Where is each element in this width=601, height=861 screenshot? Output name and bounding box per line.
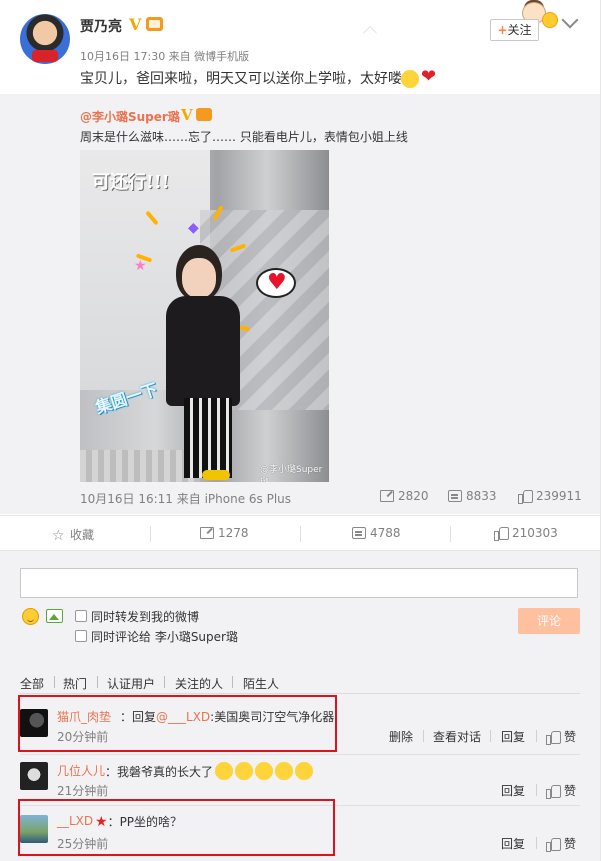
repost-vip-badge-icon — [196, 108, 212, 121]
view-conversation-button[interactable]: 查看对话 — [433, 728, 481, 745]
red-star-icon: ★ — [95, 814, 108, 830]
repost-to-my-weibo-checkbox[interactable] — [75, 610, 87, 622]
follow-button[interactable]: +关注 — [490, 19, 539, 41]
repost-icon — [380, 490, 394, 502]
comment-count: 4788 — [370, 526, 401, 540]
comment-to-author-label: 同时评论给 李小璐Super璐 — [91, 630, 238, 644]
comment-avatar[interactable] — [20, 762, 48, 790]
repost-reposts[interactable]: 2820 — [380, 489, 429, 503]
vip-badge-icon — [146, 17, 163, 31]
filter-tab-hot[interactable]: 热门 — [63, 675, 87, 692]
comment-time: 20分钟前 — [57, 730, 109, 744]
image-upload-icon[interactable] — [46, 609, 63, 623]
like-comment-label: 赞 — [564, 730, 577, 744]
like-icon — [546, 730, 561, 745]
laugh-emoji-icon — [295, 762, 314, 780]
repost-comments-count: 8833 — [466, 489, 497, 503]
repost-verified-v-icon: V — [181, 106, 193, 124]
repost-button[interactable]: 1278 — [200, 526, 249, 540]
submit-comment-button[interactable]: 评论 — [518, 608, 580, 634]
like-button[interactable]: 210303 — [494, 526, 558, 541]
comment-author[interactable]: 几位人儿 — [57, 762, 105, 779]
comment-button[interactable]: 4788 — [352, 526, 401, 540]
comment-icon — [352, 527, 366, 539]
like-comment-button[interactable]: 赞 — [546, 835, 576, 852]
comment-text: ：回复@___LXD:美国奥司汀空气净化器 — [120, 708, 334, 725]
repost-to-my-weibo-label: 同时转发到我的微博 — [91, 610, 200, 624]
comment-text-body: ：我磐爷真的长大了 — [105, 765, 214, 779]
comment-author[interactable]: __LXD — [57, 814, 93, 828]
like-icon — [518, 489, 533, 504]
chevron-down-icon[interactable] — [561, 11, 579, 29]
repost-text: 周末是什么滋味……忘了…… 只能看电片儿，表情包小姐上线 — [80, 130, 408, 144]
filter-tab-following[interactable]: 关注的人 — [175, 675, 223, 692]
plus-icon: + — [497, 23, 508, 37]
active-tab-pointer — [362, 25, 378, 41]
repost-photo[interactable]: 可还行!!! ★ ◆ 集圆一下 @李小璐Super璐 — [80, 150, 329, 482]
action-bar: ☆ 收藏 1278 4788 210303 — [0, 515, 600, 551]
repost-likes[interactable]: 239911 — [518, 489, 582, 504]
reply-button[interactable]: 回复 — [501, 728, 525, 745]
photo-watermark: @李小璐Super璐 — [260, 465, 323, 482]
laugh-emoji-icon — [275, 762, 294, 780]
like-icon — [546, 784, 561, 799]
comment-avatar[interactable] — [20, 815, 48, 843]
filter-tab-all[interactable]: 全部 — [20, 675, 44, 692]
delete-button[interactable]: 删除 — [389, 728, 413, 745]
like-icon — [546, 837, 561, 852]
comment-text-prefix: ：回复 — [120, 710, 157, 724]
post-meta: 10月16日 17:30 来自 微博手机版 — [80, 50, 250, 63]
repost-comments[interactable]: 8833 — [448, 489, 497, 503]
photo-sticker-text: 可还行!!! — [92, 172, 170, 193]
author-name[interactable]: 贾乃亮 — [80, 16, 122, 36]
comment-to-author-checkbox[interactable] — [75, 630, 87, 642]
favorite-button[interactable]: ☆ 收藏 — [52, 526, 94, 543]
repost-count: 1278 — [218, 526, 249, 540]
follow-label: 关注 — [507, 23, 532, 37]
star-icon: ☆ — [52, 528, 65, 544]
post-text: 宝贝儿，爸回来啦，明天又可以送你上学啦，太好喽 — [80, 71, 402, 87]
reply-button[interactable]: 回复 — [501, 835, 525, 852]
smile-emoji-icon — [401, 70, 419, 88]
comment-author[interactable]: 猫爪_肉垫 — [57, 708, 111, 725]
reply-button[interactable]: 回复 — [501, 782, 525, 799]
like-comment-button[interactable]: 赞 — [546, 782, 576, 799]
repost-meta: 10月16日 16:11 来自 iPhone 6s Plus — [80, 492, 292, 506]
like-comment-button[interactable]: 赞 — [546, 728, 576, 745]
comment-avatar[interactable] — [20, 709, 48, 737]
repost-likes-count: 239911 — [536, 489, 582, 503]
weibo-post-card: 贾乃亮 V 10月16日 17:30 来自 微博手机版 宝贝儿，爸回来啦，明天又… — [0, 0, 601, 861]
author-avatar[interactable] — [20, 14, 70, 64]
comment-text: ：我磐爷真的长大了 — [105, 762, 314, 780]
comment-input[interactable] — [20, 568, 578, 598]
favorite-label: 收藏 — [70, 528, 95, 542]
comment-time: 25分钟前 — [57, 837, 109, 851]
repost-icon — [200, 527, 214, 539]
comment-mention[interactable]: @___LXD — [156, 710, 210, 724]
laugh-emoji-icon — [235, 762, 254, 780]
like-comment-label: 赞 — [564, 837, 577, 851]
repost-author[interactable]: @李小璐Super璐 — [80, 108, 180, 125]
like-comment-label: 赞 — [564, 784, 577, 798]
comment-time: 21分钟前 — [57, 784, 109, 798]
comment-text-body: ：PP坐的啥？ — [107, 815, 183, 829]
comment-text-suffix: :美国奥司汀空气净化器 — [210, 710, 335, 724]
repost-reposts-count: 2820 — [398, 489, 429, 503]
like-icon — [494, 526, 509, 541]
heart-emoji-icon: ❤ — [421, 66, 437, 87]
comment-icon — [448, 490, 462, 502]
filter-tab-verified[interactable]: 认证用户 — [107, 675, 155, 692]
emoji-picker-icon[interactable] — [22, 608, 39, 625]
laugh-emoji-icon — [215, 762, 234, 780]
laugh-emoji-icon — [255, 762, 274, 780]
filter-tab-strangers[interactable]: 陌生人 — [243, 675, 279, 692]
heart-bubble-icon — [256, 268, 296, 298]
verified-v-icon: V — [129, 15, 142, 34]
like-count: 210303 — [512, 526, 558, 540]
comment-text: ★：PP坐的啥？ — [95, 813, 182, 830]
